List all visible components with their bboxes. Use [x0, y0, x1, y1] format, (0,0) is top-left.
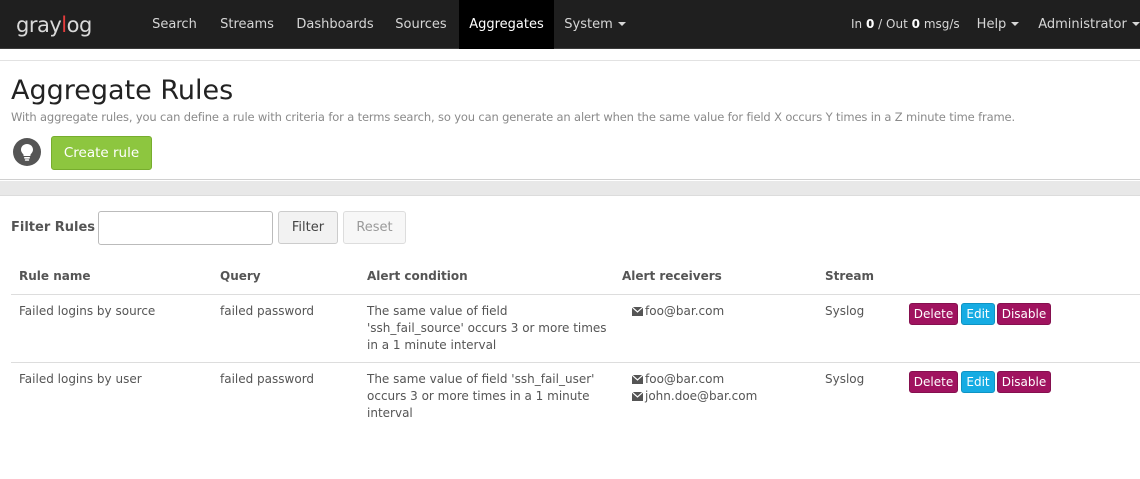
chevron-down-icon — [1011, 21, 1020, 26]
table-header-divider — [11, 294, 1140, 295]
alert-condition-cell: The same value of field 'ssh_fail_source… — [367, 304, 607, 352]
nav-sources[interactable]: Sources — [387, 0, 455, 49]
table-row-divider — [11, 362, 1140, 363]
create-rule-button[interactable]: Create rule — [51, 136, 152, 170]
graylog-logo[interactable]: graylog — [16, 11, 92, 39]
column-header-stream: Stream — [825, 269, 875, 283]
nav-user-dropdown[interactable]: Administrator — [1038, 0, 1140, 49]
receiver-item: john.doe@bar.com — [631, 388, 758, 405]
rule-name-cell: Failed logins by source — [19, 304, 156, 318]
disable-rule-button[interactable]: Disable — [997, 371, 1051, 393]
column-header-rule-name: Rule name — [19, 269, 91, 283]
envelope-icon — [631, 374, 644, 384]
top-navbar: graylog Search Streams Dashboards Source… — [0, 0, 1140, 49]
receiver-item: foo@bar.com — [631, 303, 725, 320]
edit-rule-button[interactable]: Edit — [961, 303, 995, 325]
query-cell: failed password — [220, 304, 315, 318]
nav-help-dropdown[interactable]: Help — [970, 0, 1026, 49]
receiver-email: foo@bar.com — [645, 304, 725, 318]
receiver-item: foo@bar.com — [631, 371, 725, 388]
query-cell: failed password — [220, 372, 315, 386]
edit-rule-button[interactable]: Edit — [961, 371, 995, 393]
nav-dashboards[interactable]: Dashboards — [288, 0, 382, 49]
column-header-alert-condition: Alert condition — [367, 269, 468, 283]
chevron-down-icon — [1131, 21, 1140, 26]
nav-aggregates[interactable]: Aggregates — [459, 0, 554, 49]
disable-rule-button[interactable]: Disable — [997, 303, 1051, 325]
stream-cell: Syslog — [825, 304, 865, 318]
nav-user-label: Administrator — [1038, 17, 1127, 32]
delete-rule-button[interactable]: Delete — [909, 303, 958, 325]
throughput-indicator: In 0 / Out 0 msg/s — [851, 0, 960, 49]
throughput-in-label: In — [851, 17, 863, 31]
rule-name-cell: Failed logins by user — [19, 372, 142, 386]
page-description: With aggregate rules, you can define a r… — [11, 110, 1015, 124]
filter-rules-label: Filter Rules — [11, 220, 96, 235]
throughput-out-label: / Out — [878, 17, 908, 31]
lightbulb-icon[interactable] — [13, 138, 41, 166]
nav-search[interactable]: Search — [142, 0, 207, 49]
nav-streams[interactable]: Streams — [212, 0, 282, 49]
page-title: Aggregate Rules — [11, 75, 234, 106]
stream-cell: Syslog — [825, 372, 865, 386]
section-divider — [0, 181, 1140, 196]
reset-button[interactable]: Reset — [343, 211, 406, 244]
filter-button[interactable]: Filter — [278, 211, 338, 244]
envelope-icon — [631, 391, 644, 401]
chevron-down-icon — [617, 21, 626, 26]
nav-system-label: System — [564, 17, 613, 32]
column-header-query: Query — [220, 269, 261, 283]
receiver-email: foo@bar.com — [645, 372, 725, 386]
nav-help-label: Help — [976, 17, 1007, 32]
alert-condition-cell: The same value of field 'ssh_fail_user' … — [367, 372, 595, 420]
column-header-alert-receivers: Alert receivers — [622, 269, 722, 283]
envelope-icon — [631, 306, 644, 316]
page-header: Aggregate Rules With aggregate rules, yo… — [0, 60, 1140, 180]
receiver-email: john.doe@bar.com — [645, 389, 758, 403]
throughput-out-value: 0 — [911, 17, 920, 31]
throughput-unit: msg/s — [923, 17, 960, 31]
filter-rules-input[interactable] — [98, 211, 273, 245]
throughput-in-value: 0 — [865, 17, 875, 31]
nav-system-dropdown[interactable]: System — [558, 0, 632, 49]
delete-rule-button[interactable]: Delete — [909, 371, 958, 393]
